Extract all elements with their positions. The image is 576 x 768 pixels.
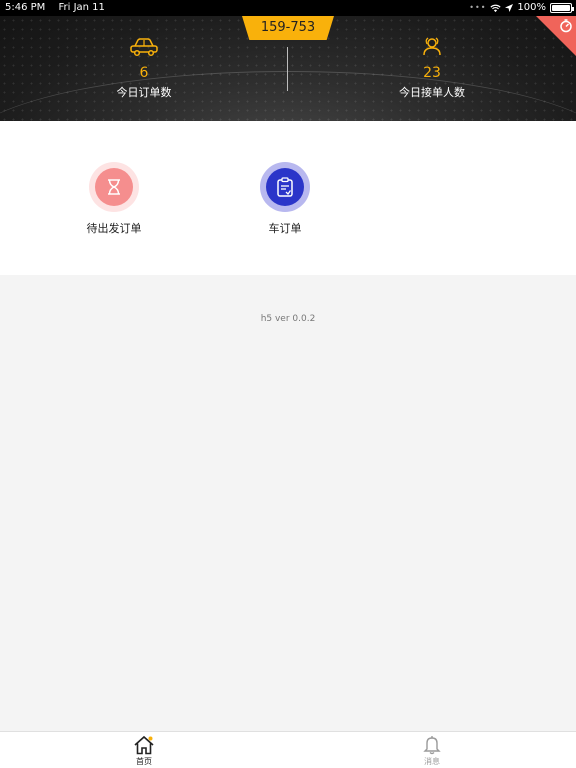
header-banner: 159-753 6 今日订单数 23 今日接单人数 — [0, 16, 576, 121]
clipboard-icon — [277, 177, 293, 197]
plate-number: 159-753 — [242, 16, 334, 40]
home-icon — [134, 735, 154, 755]
menu-car-orders[interactable]: 车订单 — [235, 162, 335, 236]
passengers-icon — [423, 37, 441, 56]
menu-pending-orders-label: 待出发订单 — [86, 222, 142, 235]
status-bar: 5:46 PM Fri Jan 11 ••• 100% — [0, 0, 576, 16]
today-accepted-label: 今日接单人数 — [399, 86, 465, 99]
multitasking-dots-icon: ••• — [469, 3, 487, 12]
menu-pending-orders[interactable]: 待出发订单 — [64, 162, 164, 236]
stat-today-orders: 6 今日订单数 — [74, 36, 214, 100]
header-divider — [287, 47, 288, 91]
today-orders-label: 今日订单数 — [116, 86, 172, 99]
tab-messages[interactable]: 消息 — [402, 735, 462, 767]
function-menu: 待出发订单 车订单 — [0, 121, 576, 275]
tab-home-label: 首页 — [136, 757, 152, 766]
car-icon — [130, 38, 158, 57]
battery-icon — [550, 3, 574, 13]
version-text: h5 ver 0.0.2 — [260, 314, 316, 324]
hourglass-icon — [108, 179, 120, 195]
menu-car-orders-label: 车订单 — [268, 222, 302, 235]
tab-home[interactable]: 首页 — [114, 735, 174, 767]
stat-today-accepted: 23 今日接单人数 — [362, 36, 502, 100]
timer-icon — [560, 19, 572, 33]
tab-bar: 首页 消息 — [0, 731, 576, 768]
tab-messages-label: 消息 — [424, 757, 440, 766]
status-time: 5:46 PM — [5, 2, 46, 13]
today-orders-count: 6 — [139, 65, 149, 81]
bell-icon — [423, 736, 441, 755]
wifi-icon — [490, 4, 501, 12]
location-arrow-icon — [505, 4, 514, 12]
today-accepted-count: 23 — [423, 65, 441, 81]
status-date: Fri Jan 11 — [58, 2, 105, 13]
battery-percent: 100% — [517, 2, 546, 13]
